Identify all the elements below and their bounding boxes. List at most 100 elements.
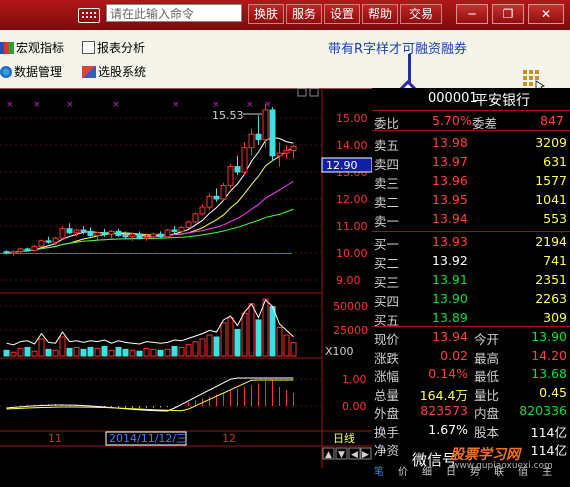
volume-bar xyxy=(283,334,290,357)
volume-bar xyxy=(38,338,45,357)
menu-settings[interactable]: 设置 xyxy=(324,4,360,24)
menu-skin[interactable]: 换肤 xyxy=(248,4,284,24)
candle-body xyxy=(290,146,297,151)
candle-body xyxy=(241,147,248,173)
volume-bar xyxy=(94,347,101,357)
weibi-value: 5.70% xyxy=(432,113,472,128)
period-label[interactable]: 日线 xyxy=(333,431,355,445)
bid-volume: 2263 xyxy=(535,291,567,306)
title-bar: 请在此输入命令 换肤 服务 设置 帮助 交易 ─ ❐ ✕ xyxy=(0,0,570,30)
stat-label: 净资 xyxy=(374,443,400,458)
candle-body xyxy=(276,152,283,157)
bid-volume: 2351 xyxy=(535,272,567,287)
volume-bar xyxy=(234,328,241,357)
volume-bar xyxy=(10,351,17,357)
kline-chart[interactable]: 15.0014.0013.0012.0011.0010.009.00500002… xyxy=(0,88,372,468)
volume-bar xyxy=(122,348,129,357)
event-marker: × xyxy=(112,100,120,110)
candle-body xyxy=(3,251,10,254)
candle-body xyxy=(150,233,157,238)
tool-report-analysis[interactable]: 报表分析 xyxy=(82,39,145,56)
candle-body xyxy=(199,206,206,215)
command-input[interactable]: 请在此输入命令 xyxy=(106,4,242,22)
nav-left-icon: ◀ xyxy=(351,450,358,460)
volume-bar xyxy=(101,346,108,357)
volume-bar xyxy=(199,338,206,357)
volume-bar xyxy=(220,322,227,357)
candle-body xyxy=(108,230,115,235)
bottom-tab[interactable]: 笔 xyxy=(374,463,384,478)
volume-bar xyxy=(255,319,262,357)
bid-price: 13.93 xyxy=(432,234,468,249)
candle-body xyxy=(248,133,255,149)
menu-service[interactable]: 服务 xyxy=(286,4,322,24)
menu-help[interactable]: 帮助 xyxy=(362,4,398,24)
stat-label: 今开 xyxy=(474,332,500,347)
candle-body xyxy=(73,229,80,234)
bid-volume: 309 xyxy=(543,310,567,325)
stat-value: 0.45 xyxy=(539,384,567,400)
nav-right-icon: ▶ xyxy=(362,450,369,460)
stat-label: 涨幅 xyxy=(374,369,400,384)
ask-volume: 3209 xyxy=(535,135,567,150)
tool-stock-screener[interactable]: 选股系统 xyxy=(82,63,146,80)
minimize-button[interactable]: ─ xyxy=(456,4,488,24)
chart-option-button-a[interactable] xyxy=(297,88,307,97)
stat-label: 总量 xyxy=(374,387,400,403)
price-axis-label: 10.00 xyxy=(336,247,368,260)
candle-body xyxy=(122,234,129,238)
stat-value: 820336 xyxy=(519,403,567,418)
candle-body xyxy=(31,245,38,251)
ask-level-label: 卖三 xyxy=(374,176,400,191)
ask-level-label: 卖二 xyxy=(374,195,400,210)
bottom-tab[interactable]: 价 xyxy=(398,463,408,478)
candle-body xyxy=(283,149,290,154)
volume-bar xyxy=(213,336,220,357)
volume-bar xyxy=(115,346,122,357)
volume-axis-label: 25000 xyxy=(333,324,368,337)
maximize-button[interactable]: ❐ xyxy=(492,4,524,24)
minimize-icon: ─ xyxy=(468,7,476,21)
volume-bar xyxy=(178,346,185,357)
close-button[interactable]: ✕ xyxy=(528,4,564,24)
ask-level-label: 卖一 xyxy=(374,214,400,229)
volume-bar xyxy=(129,349,136,357)
chart-option-button-b[interactable] xyxy=(309,88,319,97)
candle-body xyxy=(227,166,234,186)
tool-macro-indicators[interactable]: 宏观指标 xyxy=(0,39,64,56)
bid-level-label: 买一 xyxy=(374,237,400,252)
ask-price: 13.94 xyxy=(432,211,468,226)
stat-label: 最高 xyxy=(474,350,500,366)
candle-body xyxy=(262,109,269,141)
volume-bar xyxy=(66,347,73,357)
candle-body xyxy=(52,237,59,243)
candle-body xyxy=(101,232,108,235)
screener-icon xyxy=(82,66,96,78)
ask-volume: 631 xyxy=(543,154,567,169)
bid-price: 13.90 xyxy=(432,291,468,306)
price-axis-label: 9.00 xyxy=(336,274,361,287)
watermark-url: www.gupiaoxuexi.com xyxy=(452,461,553,471)
volume-bar xyxy=(157,349,164,357)
tool-data-management[interactable]: 数据管理 xyxy=(0,63,62,80)
candle-body xyxy=(87,230,94,236)
bottom-tab[interactable]: 细 xyxy=(422,463,432,478)
candle-body xyxy=(164,229,171,238)
volume-bar xyxy=(290,342,297,357)
bid-price: 13.91 xyxy=(432,272,468,287)
stat-value: 114亿 xyxy=(530,424,567,440)
stat-label: 涨跌 xyxy=(374,350,400,366)
macd-axis-label: 0.00 xyxy=(342,400,367,413)
bid-volume: 2194 xyxy=(535,234,567,249)
candle-body xyxy=(59,228,66,239)
volume-bar xyxy=(45,348,52,357)
menu-trade[interactable]: 交易 xyxy=(400,4,442,24)
date-label-11: 11 xyxy=(48,432,62,445)
keyboard-icon[interactable] xyxy=(78,8,100,23)
volume-bar xyxy=(59,336,66,357)
restore-icon: ❐ xyxy=(502,7,514,21)
candle-body xyxy=(192,213,199,223)
event-marker: × xyxy=(33,100,41,110)
bid-price: 13.89 xyxy=(432,310,468,325)
bid-level-label: 买三 xyxy=(374,275,400,290)
